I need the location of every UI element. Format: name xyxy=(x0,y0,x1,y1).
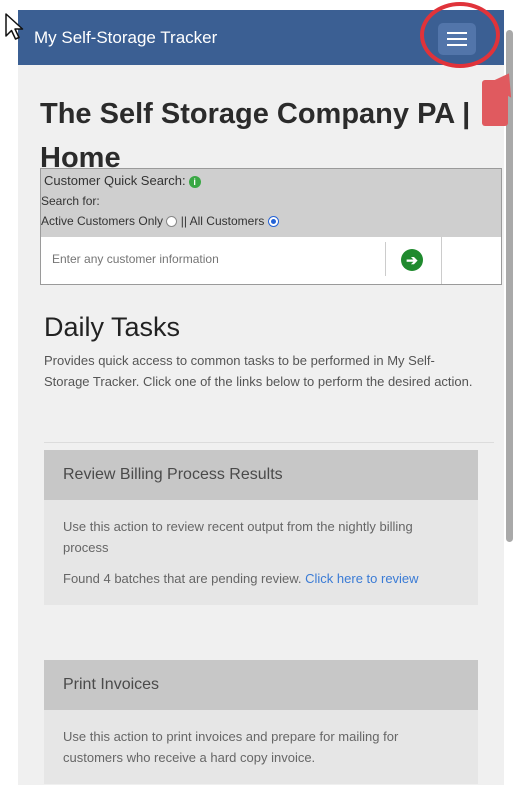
search-go-button[interactable]: ➔ xyxy=(401,249,423,271)
review-link[interactable]: Click here to review xyxy=(305,571,418,586)
card-body: Use this action to review recent output … xyxy=(44,500,478,605)
radio-all-customers[interactable] xyxy=(267,216,279,228)
option-active-label: Active Customers Only xyxy=(41,214,164,228)
option-all-label: All Customers xyxy=(189,214,265,228)
card-description: Use this action to review recent output … xyxy=(63,519,413,555)
quick-search-title: Customer Quick Search: xyxy=(44,173,186,188)
customer-search-input[interactable] xyxy=(46,242,386,276)
annotation-circle xyxy=(420,2,500,68)
card-description: Use this action to print invoices and pr… xyxy=(63,729,399,765)
quick-search-panel: Customer Quick Search: i Search for: Acti… xyxy=(40,168,502,285)
card-print-invoices: Print Invoices Use this action to print … xyxy=(44,660,478,784)
daily-tasks-title: Daily Tasks xyxy=(44,312,181,342)
pending-batches-text: Found 4 batches that are pending review. xyxy=(63,571,302,586)
app-frame: My Self-Storage Tracker The Self Storage… xyxy=(18,10,504,785)
radio-active-customers[interactable] xyxy=(166,216,178,228)
page-title: The Self Storage Company PA | Home xyxy=(40,98,471,174)
input-divider xyxy=(441,237,442,284)
card-review-billing: Review Billing Process Results Use this … xyxy=(44,450,478,605)
divider xyxy=(44,442,494,443)
search-scope-options: Active Customers Only || All Customers xyxy=(41,214,279,228)
info-icon[interactable]: i xyxy=(188,175,201,188)
quick-search-title-row: Customer Quick Search: i xyxy=(44,173,201,188)
brand-title[interactable]: My Self-Storage Tracker xyxy=(34,28,217,48)
card-status: Found 4 batches that are pending review.… xyxy=(63,568,459,589)
option-separator: || xyxy=(180,214,187,228)
daily-tasks-description: Provides quick access to common tasks to… xyxy=(44,353,473,389)
mouse-cursor-icon xyxy=(5,13,24,40)
search-for-label: Search for: xyxy=(41,194,100,208)
card-title[interactable]: Print Invoices xyxy=(44,660,478,710)
card-body: Use this action to print invoices and pr… xyxy=(44,710,478,784)
card-title[interactable]: Review Billing Process Results xyxy=(44,450,478,500)
quick-search-header: Customer Quick Search: i Search for: Acti… xyxy=(41,169,501,237)
